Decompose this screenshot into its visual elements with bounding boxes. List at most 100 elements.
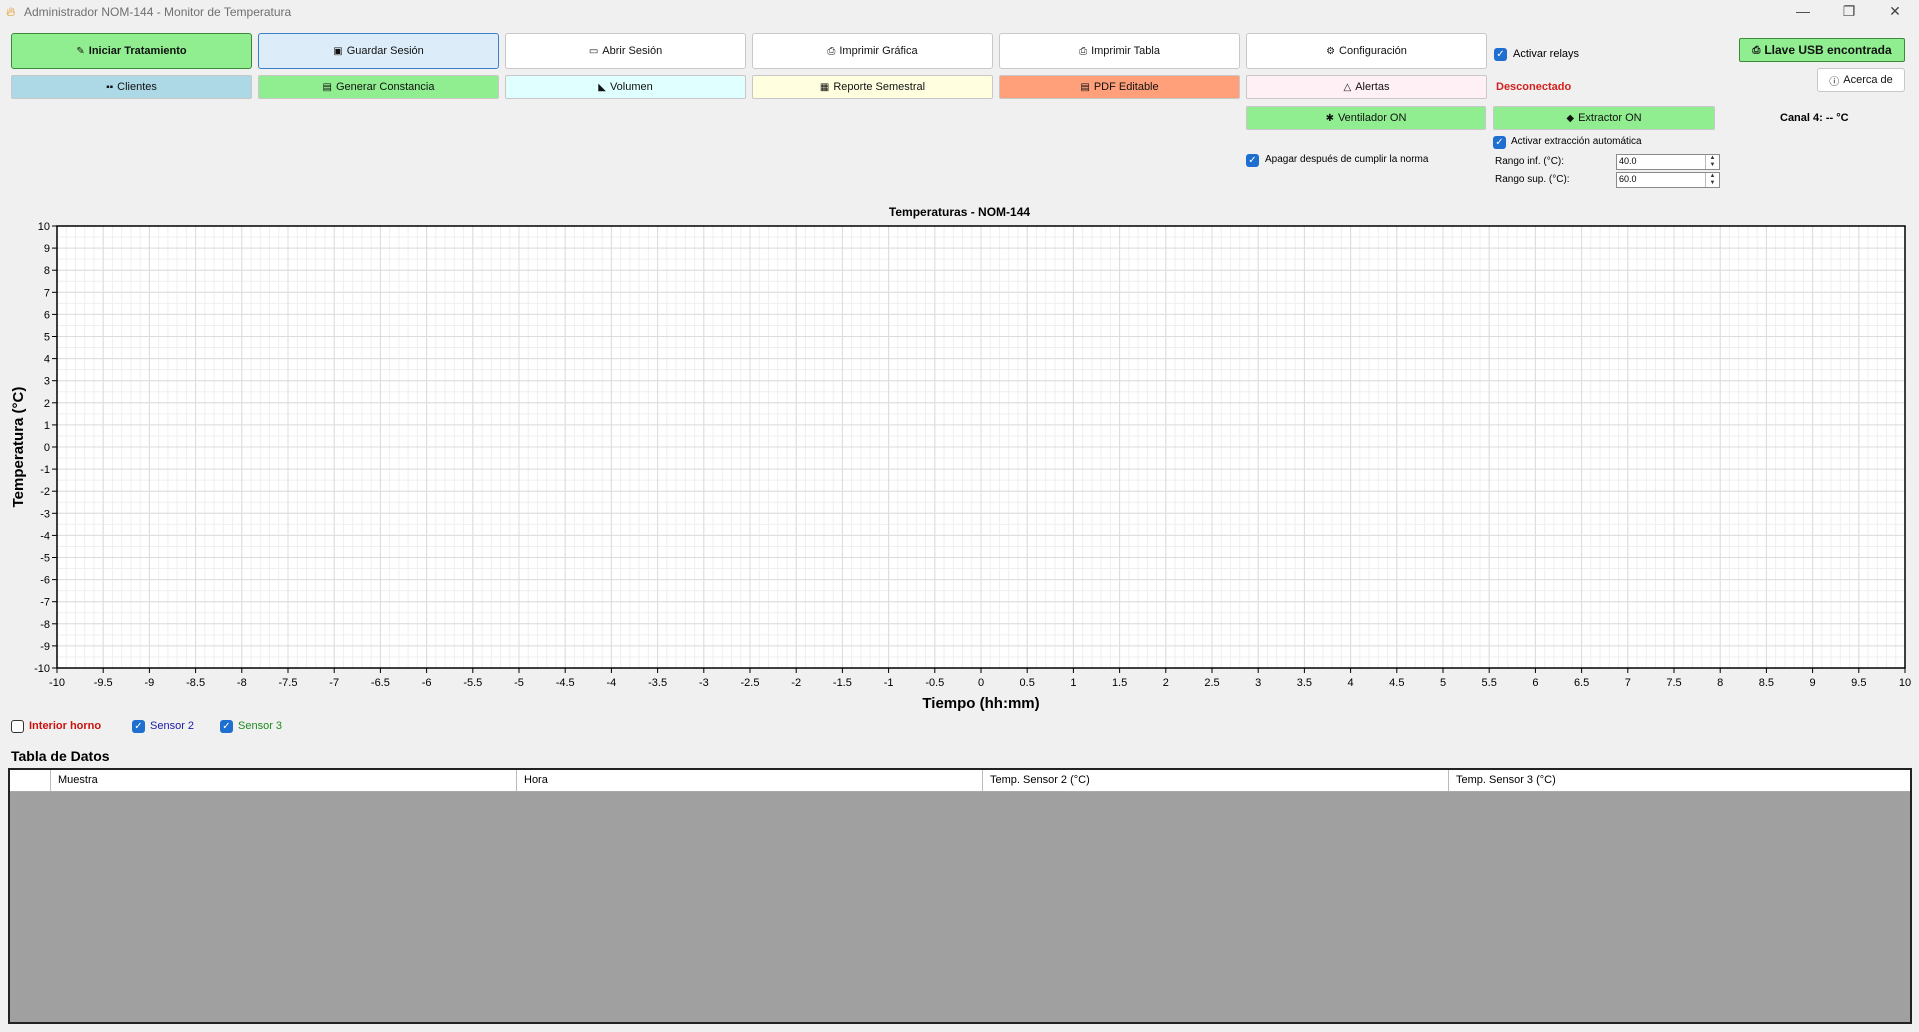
configuracion-button[interactable]: ⚙ Configuración	[1246, 33, 1487, 69]
imprimir-grafica-label: Imprimir Gráfica	[839, 45, 918, 57]
canal4-readout: Canal 4: -- °C	[1780, 112, 1849, 124]
abrir-icon: ▭	[588, 45, 599, 57]
auto-extraction-checkbox[interactable]: ✓	[1493, 136, 1506, 149]
y-tick-label: -10	[34, 663, 50, 675]
column-header[interactable]: Temp. Sensor 2 (°C)	[982, 770, 1448, 791]
about-button[interactable]: ⓘ Acerca de	[1817, 68, 1905, 92]
close-button[interactable]: ✕	[1872, 0, 1918, 22]
auto-extraction-label: Activar extracción automática	[1511, 136, 1642, 147]
x-tick-label: -2	[791, 677, 801, 689]
maximize-button[interactable]: ❐	[1826, 0, 1872, 22]
clientes-button[interactable]: ▪▪ Clientes	[11, 75, 252, 99]
connection-status: Desconectado	[1496, 81, 1572, 93]
x-tick-label: 9	[1810, 677, 1816, 689]
x-tick-label: -10	[49, 677, 65, 689]
column-header[interactable]: Hora	[516, 770, 982, 791]
x-tick-label: -0.5	[925, 677, 944, 689]
rango-inf-value: 40.0	[1619, 156, 1637, 166]
x-tick-label: 8	[1717, 677, 1723, 689]
imprimir-grafica-icon: ⎙	[827, 45, 836, 57]
column-header[interactable]: Temp. Sensor 3 (°C)	[1448, 770, 1910, 791]
x-tick-label: -9.5	[94, 677, 113, 689]
x-tick-label: 6.5	[1574, 677, 1589, 689]
rango-sup-spinbox[interactable]: 60.0 ▲ ▼	[1616, 172, 1720, 188]
x-tick-label: -3	[699, 677, 709, 689]
x-tick-label: -3.5	[648, 677, 667, 689]
spin-arrows-icon[interactable]: ▲ ▼	[1705, 173, 1719, 187]
activar-relays-label: Activar relays	[1513, 48, 1580, 60]
iniciar-label: Iniciar Tratamiento	[88, 45, 187, 57]
data-table[interactable]: Muestra Hora Temp. Sensor 2 (°C) Temp. Sens…	[8, 768, 1912, 1024]
x-tick-label: -5	[514, 677, 524, 689]
alertas-button[interactable]: △ Alertas	[1246, 75, 1487, 99]
row-number-header	[10, 770, 50, 791]
y-tick-label: 3	[44, 376, 50, 388]
rango-sup-value: 60.0	[1619, 174, 1637, 184]
interior-label: Interior horno	[29, 720, 102, 732]
rango-inf-spinbox[interactable]: 40.0 ▲ ▼	[1616, 154, 1720, 170]
imprimir-tabla-button[interactable]: ⎙ Imprimir Tabla	[999, 33, 1240, 69]
x-tick-label: -4	[607, 677, 617, 689]
temperature-chart: -10 -9.5 -9 -8.5 -8 -7.5 -7 -6.5 -6 -5.5 -5 -4.5 -4-…	[10, 221, 1911, 712]
reporte-icon: ▦	[819, 81, 830, 93]
rango-inf-label: Rango inf. (°C):	[1495, 156, 1565, 167]
abrir-button[interactable]: ▭ Abrir Sesión	[505, 33, 746, 69]
x-tick-label: 3.5	[1297, 677, 1312, 689]
usb-key-label: Llave USB encontrada	[1764, 43, 1892, 57]
sensor3-checkbox[interactable]: ✓	[220, 720, 233, 733]
pdf-label: PDF Editable	[1093, 81, 1159, 93]
y-tick-label: 9	[44, 243, 50, 255]
x-tick-label: 1	[1070, 677, 1076, 689]
y-tick-label: 6	[44, 309, 50, 321]
clientes-label: Clientes	[117, 81, 157, 93]
fan-icon: ✱	[1325, 112, 1334, 124]
imprimir-tabla-icon: ⎙	[1079, 45, 1088, 57]
x-tick-label: -9	[145, 677, 155, 689]
reporte-button[interactable]: ▦ Reporte Semestral	[752, 75, 993, 99]
interior-checkbox[interactable]	[11, 720, 24, 733]
guardar-button[interactable]: ▣ Guardar Sesión	[258, 33, 499, 69]
sensor2-checkbox[interactable]: ✓	[132, 720, 145, 733]
y-tick-label: -9	[40, 641, 50, 653]
iniciar-icon: ✎	[76, 45, 85, 57]
x-tick-label: 2.5	[1204, 677, 1219, 689]
apagar-label: Apagar después de cumplir la norma	[1265, 154, 1429, 165]
x-tick-label: 0	[978, 677, 984, 689]
column-header[interactable]: Muestra	[50, 770, 516, 791]
extractor-icon: ◆	[1566, 112, 1575, 124]
y-tick-label: -7	[40, 597, 50, 609]
y-tick-label: 5	[44, 332, 50, 344]
window-title: Administrador NOM-144 - Monitor de Tempe…	[24, 5, 292, 19]
activar-relays-checkbox[interactable]: ✓	[1494, 48, 1507, 61]
chart-title: Temperaturas - NOM-144	[888, 205, 1031, 219]
constancia-label: Generar Constancia	[336, 81, 435, 93]
x-tick-label: -6.5	[371, 677, 390, 689]
x-tick-label: 10	[1899, 677, 1911, 689]
x-tick-label: 6	[1532, 677, 1538, 689]
pdf-button[interactable]: ▤ PDF Editable	[999, 75, 1240, 99]
x-tick-label: -8	[237, 677, 247, 689]
y-tick-label: 1	[44, 420, 50, 432]
usb-key-button[interactable]: ⎙ Llave USB encontrada	[1739, 38, 1905, 62]
y-tick-label: 0	[44, 442, 50, 454]
y-tick-label: -5	[40, 553, 50, 565]
ventilador-button[interactable]: ✱ Ventilador ON	[1246, 106, 1486, 130]
x-tick-label: -8.5	[186, 677, 205, 689]
y-tick-label: 7	[44, 287, 50, 299]
x-tick-label: 9.5	[1851, 677, 1866, 689]
y-tick-label: 10	[38, 221, 50, 233]
table-title: Tabla de Datos	[11, 748, 110, 764]
app-flame-icon: 🔥︎	[6, 4, 16, 19]
volumen-button[interactable]: ◣ Volumen	[505, 75, 746, 99]
extractor-button[interactable]: ◆ Extractor ON	[1493, 106, 1715, 130]
iniciar-button[interactable]: ✎ Iniciar Tratamiento	[11, 33, 252, 69]
imprimir-grafica-button[interactable]: ⎙ Imprimir Gráfica	[752, 33, 993, 69]
apagar-checkbox[interactable]: ✓	[1246, 154, 1259, 167]
constancia-button[interactable]: ▤ Generar Constancia	[258, 75, 499, 99]
minimize-button[interactable]: —	[1780, 0, 1826, 22]
y-tick-label: 2	[44, 398, 50, 410]
rango-sup-label: Rango sup. (°C):	[1495, 174, 1570, 185]
x-tick-label: 5	[1440, 677, 1446, 689]
spin-arrows-icon[interactable]: ▲ ▼	[1705, 155, 1719, 169]
x-tick-label: -7.5	[279, 677, 298, 689]
